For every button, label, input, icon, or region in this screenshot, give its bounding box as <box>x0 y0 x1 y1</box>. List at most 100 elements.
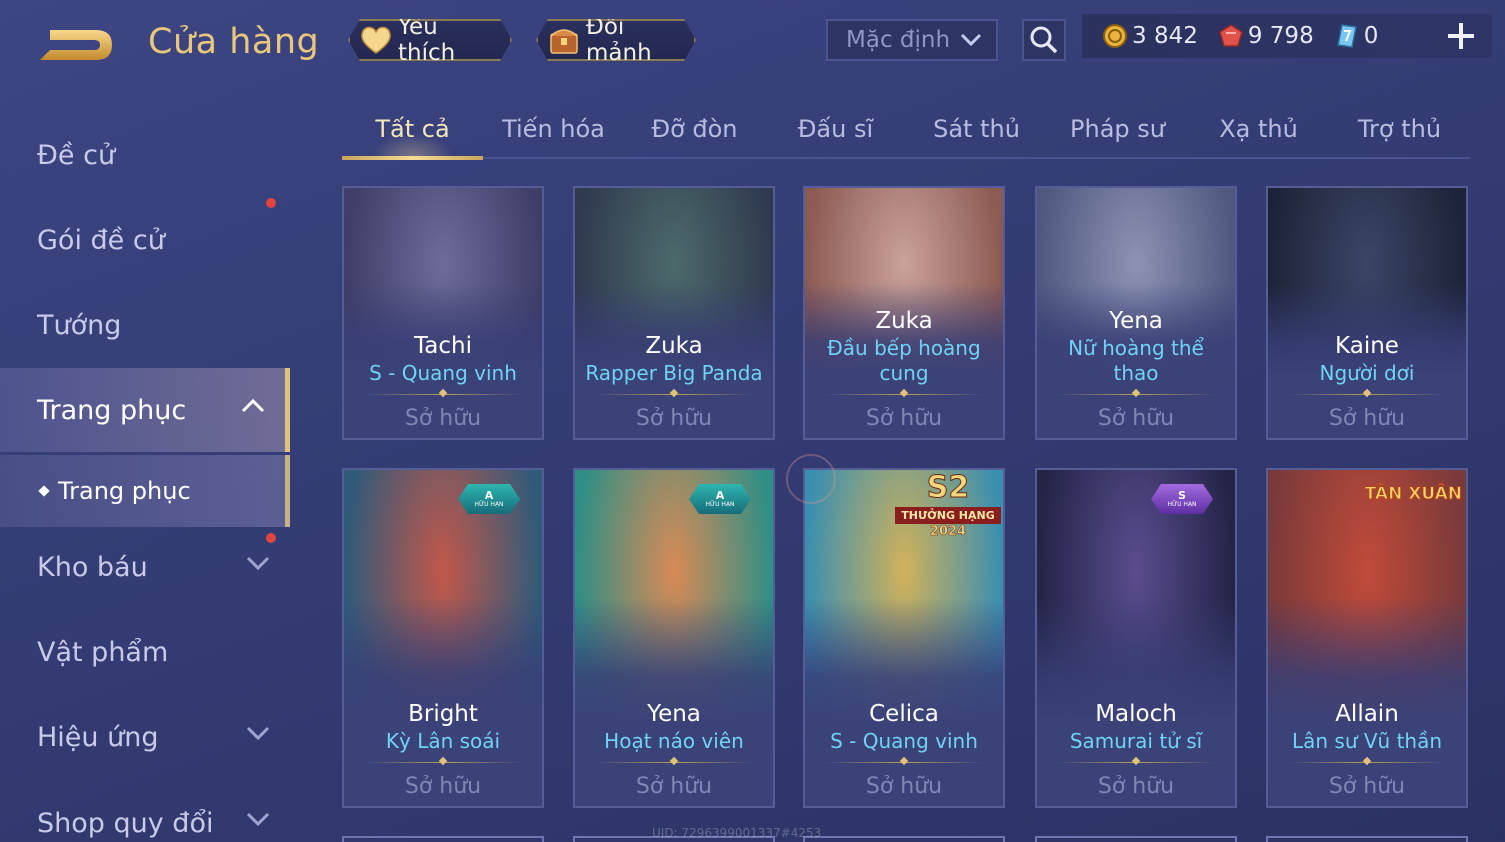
favorites-button[interactable]: Yêu thích <box>348 19 512 61</box>
badge-subtext: HỮU HẠN <box>705 500 735 508</box>
blue-quantum-icon <box>1334 23 1360 49</box>
skin-name: Nữ hoàng thể thao <box>1068 336 1204 385</box>
skin-card[interactable]: Zuka Đầu bếp hoàng cung Sở hữu <box>803 186 1005 440</box>
sidebar: Đề cử Gói đề cử Tướng Trang phục Trang p… <box>0 105 290 842</box>
card-divider <box>1288 390 1446 400</box>
chevron-down-icon <box>246 556 270 571</box>
hero-name: Zuka <box>645 333 703 359</box>
tab-fighter[interactable]: Đấu sĩ <box>765 105 906 157</box>
category-tabs: Tất cả Tiến hóa Đỡ đòn Đấu sĩ Sát thủ Ph… <box>342 105 1470 160</box>
currency-bar: 3 842 9 798 0 <box>1082 14 1492 58</box>
back-arrow-icon <box>40 30 112 60</box>
rank-text: THƯỞNG HẠNG <box>895 507 1001 524</box>
skin-card[interactable]: Zuka Rapper Big Panda Sở hữu <box>573 186 775 440</box>
quantum-balance: 0 <box>1334 23 1378 49</box>
heart-icon <box>360 23 392 57</box>
card-next-row <box>1035 836 1237 842</box>
badge-tier: A <box>715 488 725 502</box>
skin-card[interactable]: TÂN XUÂN Allain Lân sư Vũ thần Sở hữu <box>1266 468 1468 808</box>
sidebar-item-recommended[interactable]: Đề cử <box>0 113 290 197</box>
diamond-bullet-icon <box>38 485 50 497</box>
favorites-label: Yêu thích <box>398 14 456 66</box>
tab-assassin[interactable]: Sát thủ <box>906 105 1047 157</box>
ownership-status: Sở hữu <box>1328 406 1406 431</box>
rank-reward-badge: S2 THƯỞNG HẠNG 2024 <box>893 470 1003 539</box>
hero-name: Bright <box>408 701 478 727</box>
rank-season: S2 <box>926 470 970 505</box>
sort-dropdown[interactable]: Mặc định <box>826 19 998 61</box>
notification-dot <box>266 533 276 543</box>
card-divider <box>595 390 753 400</box>
red-voucher-icon <box>1218 23 1244 49</box>
ownership-status: Sở hữu <box>865 406 943 431</box>
card-info: Bright Kỳ Lân soái Sở hữu <box>344 699 542 806</box>
hero-name: Maloch <box>1095 701 1177 727</box>
tab-tank[interactable]: Đỡ đòn <box>624 105 765 157</box>
skin-name: Hoạt náo viên <box>604 729 744 753</box>
search-button[interactable] <box>1022 19 1066 61</box>
sort-value: Mặc định <box>846 27 951 53</box>
sidebar-item-skins[interactable]: Trang phục <box>0 368 290 452</box>
skin-name: Lân sư Vũ thần <box>1291 729 1443 753</box>
skin-card[interactable]: S2 THƯỞNG HẠNG 2024 Celica S - Quang vinh Sở … <box>803 468 1005 808</box>
card-info: Yena Nữ hoàng thể thao Sở hữu <box>1037 306 1235 438</box>
card-divider <box>595 758 753 768</box>
sidebar-item-exchange-shop[interactable]: Shop quy đổi <box>0 781 290 842</box>
add-currency-button[interactable] <box>1446 21 1476 51</box>
limited-badge: A HỮU HẠN <box>458 484 520 514</box>
skin-name: S - Quang vinh <box>369 361 517 385</box>
back-button[interactable] <box>36 24 116 66</box>
skin-card[interactable]: Kaine Người dơi Sở hữu <box>1266 186 1468 440</box>
badge-subtext: HỮU HẠN <box>474 500 504 508</box>
skin-name: S - Quang vinh <box>830 729 978 753</box>
card-divider <box>1057 390 1215 400</box>
tab-mage[interactable]: Pháp sư <box>1047 105 1188 157</box>
hero-name: Kaine <box>1335 333 1399 359</box>
sidebar-item-effects[interactable]: Hiệu ứng <box>0 695 290 779</box>
card-divider <box>1288 758 1446 768</box>
skin-name: Rapper Big Panda <box>585 361 763 385</box>
skin-name: Samurai tử sĩ <box>1069 729 1203 753</box>
skin-card[interactable]: S HỮU HẠN Maloch Samurai tử sĩ Sở hữu <box>1035 468 1237 808</box>
tab-all[interactable]: Tất cả <box>342 105 483 160</box>
card-info: Kaine Người dơi Sở hữu <box>1268 331 1466 438</box>
chevron-down-icon <box>246 726 270 741</box>
skin-card[interactable]: A HỮU HẠN Bright Kỳ Lân soái Sở hữu <box>342 468 544 808</box>
card-divider <box>1057 758 1215 768</box>
chevron-down-icon <box>246 812 270 827</box>
card-next-row <box>1266 836 1468 842</box>
card-info: Zuka Đầu bếp hoàng cung Sở hữu <box>805 306 1003 438</box>
voucher-balance: 9 798 <box>1218 23 1314 49</box>
skin-name: Kỳ Lân soái <box>385 729 501 753</box>
ownership-status: Sở hữu <box>1097 774 1175 799</box>
hero-name: Zuka <box>875 308 933 334</box>
tab-evolution[interactable]: Tiến hóa <box>483 105 624 157</box>
hero-name: Yena <box>1109 308 1163 334</box>
gold-balance: 3 842 <box>1102 23 1198 49</box>
hero-name: Celica <box>869 701 939 727</box>
chevron-down-icon <box>960 33 982 47</box>
card-divider <box>825 758 983 768</box>
ownership-status: Sở hữu <box>1328 774 1406 799</box>
card-info: Tachi S - Quang vinh Sở hữu <box>344 331 542 438</box>
tab-marksman[interactable]: Xạ thủ <box>1188 105 1329 157</box>
ownership-status: Sở hữu <box>865 774 943 799</box>
sidebar-item-items[interactable]: Vật phẩm <box>0 610 290 694</box>
exchange-shards-button[interactable]: Đổi mảnh <box>536 19 696 61</box>
ownership-status: Sở hữu <box>404 406 482 431</box>
skin-name: Người dơi <box>1319 361 1415 385</box>
exchange-label: Đổi mảnh <box>586 14 652 66</box>
sparkle-effect <box>786 454 836 504</box>
uid-watermark: UID: 7296399001337#4253 <box>652 826 822 840</box>
skin-card[interactable]: Yena Nữ hoàng thể thao Sở hữu <box>1035 186 1237 440</box>
sidebar-subitem-skins[interactable]: Trang phục <box>0 455 290 527</box>
hero-name: Tachi <box>414 333 472 359</box>
tab-support[interactable]: Trợ thủ <box>1329 105 1470 157</box>
ownership-status: Sở hữu <box>1097 406 1175 431</box>
skin-card[interactable]: A HỮU HẠN Yena Hoạt náo viên Sở hữu <box>573 468 775 808</box>
sidebar-item-heroes[interactable]: Tướng <box>0 283 290 367</box>
sidebar-item-treasure[interactable]: Kho báu <box>0 525 290 609</box>
sidebar-item-recommended-packs[interactable]: Gói đề cử <box>0 198 290 282</box>
skin-card[interactable]: Tachi S - Quang vinh Sở hữu <box>342 186 544 440</box>
skin-name: Đầu bếp hoàng cung <box>827 336 981 385</box>
